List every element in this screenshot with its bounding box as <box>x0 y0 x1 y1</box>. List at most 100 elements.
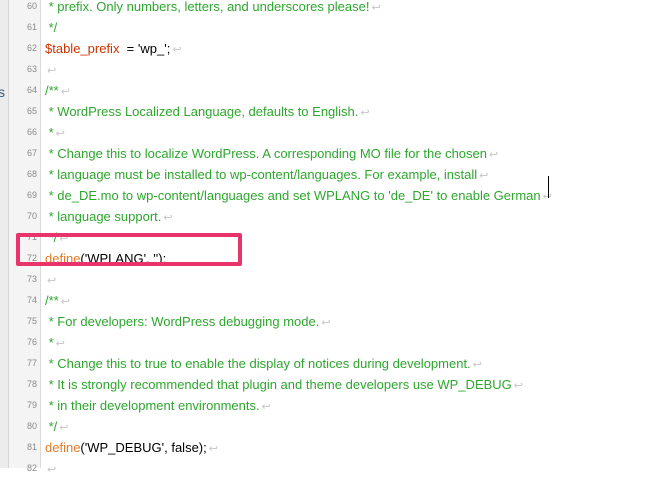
code-text: * WordPress Localized Language, defaults… <box>45 101 370 124</box>
code-line[interactable]: 60 * prefix. Only numbers, letters, and … <box>0 0 664 17</box>
code-text: ↩ <box>45 458 56 481</box>
code-line[interactable]: 62 $table_prefix = 'wp_'; ↩ <box>0 38 664 59</box>
code-text: ↩ <box>45 269 56 292</box>
code-line[interactable]: 69 * de_DE.mo to wp-content/languages an… <box>0 185 664 206</box>
code-text: * de_DE.mo to wp-content/languages and s… <box>45 185 552 208</box>
line-number: 63 <box>26 64 37 74</box>
code-token-comment: * language support. <box>45 209 162 224</box>
line-end-marker-icon: ↩ <box>163 212 173 224</box>
code-text: * Change this to true to enable the disp… <box>45 353 482 376</box>
line-number: 69 <box>26 190 37 200</box>
line-end-marker-icon: ↩ <box>47 65 57 77</box>
code-token-comment: * in their development environments. <box>45 398 260 413</box>
line-end-marker-icon: ↩ <box>489 149 499 161</box>
code-token-plain: = 'wp_'; <box>119 41 171 56</box>
code-text: * in their development environments. ↩ <box>45 395 271 418</box>
line-end-marker-icon: ↩ <box>371 2 381 14</box>
line-number: 75 <box>26 316 37 326</box>
code-line[interactable]: 76 * ↩ <box>0 332 664 353</box>
line-end-marker-icon: ↩ <box>321 317 331 329</box>
code-text: /** ↩ <box>45 80 70 103</box>
code-token-comment: * <box>45 335 54 350</box>
code-text: /** ↩ <box>45 290 70 313</box>
line-number: 61 <box>26 22 37 32</box>
code-line[interactable]: 79 * in their development environments. ↩ <box>0 395 664 416</box>
line-number: 74 <box>26 295 37 305</box>
code-text: $table_prefix = 'wp_'; ↩ <box>45 38 182 61</box>
code-token-comment: * language must be installed to wp-conte… <box>45 167 478 182</box>
line-number: 60 <box>26 1 37 11</box>
line-number: 76 <box>26 337 37 347</box>
line-number: 64 <box>26 85 37 95</box>
code-line[interactable]: 67 * Change this to localize WordPress. … <box>0 143 664 164</box>
code-token-comment: /** <box>45 293 59 308</box>
code-line[interactable]: 73 ↩ <box>0 269 664 290</box>
code-line[interactable]: 75 * For developers: WordPress debugging… <box>0 311 664 332</box>
code-text: define('WP_DEBUG', false); ↩ <box>45 437 218 460</box>
line-number: 67 <box>26 148 37 158</box>
line-end-marker-icon: ↩ <box>55 128 65 140</box>
code-text: */↩ <box>45 416 69 439</box>
code-token-comment: * prefix. Only numbers, letters, and und… <box>45 0 370 14</box>
code-text: * It is strongly recommended that plugin… <box>45 374 523 397</box>
line-number: 78 <box>26 379 37 389</box>
code-line[interactable]: 68 * language must be installed to wp-co… <box>0 164 664 185</box>
line-number: 73 <box>26 274 37 284</box>
code-token-comment: */ <box>45 419 58 434</box>
line-number: 65 <box>26 106 37 116</box>
line-number: 82 <box>26 463 37 473</box>
code-token-comment: * For developers: WordPress debugging mo… <box>45 314 320 329</box>
line-end-marker-icon: ↩ <box>360 107 370 119</box>
line-end-marker-icon: ↩ <box>60 86 70 98</box>
line-end-marker-icon: ↩ <box>208 443 218 455</box>
code-token-comment: * de_DE.mo to wp-content/languages and s… <box>45 188 541 203</box>
line-number: 62 <box>26 43 37 53</box>
code-text: * For developers: WordPress debugging mo… <box>45 311 331 334</box>
code-token-fn: define <box>45 440 81 455</box>
line-end-marker-icon: ↩ <box>172 44 182 56</box>
code-line[interactable]: 70 * language support. ↩ <box>0 206 664 227</box>
line-number: 77 <box>26 358 37 368</box>
code-line[interactable]: 66 * ↩ <box>0 122 664 143</box>
line-number: 80 <box>26 421 37 431</box>
code-line[interactable]: 61 */ <box>0 17 664 38</box>
code-text: */ <box>45 17 58 38</box>
line-end-marker-icon: ↩ <box>513 380 524 392</box>
line-end-marker-icon: ↩ <box>55 338 65 350</box>
code-text: * language support. ↩ <box>45 206 173 229</box>
code-line[interactable]: 64 /** ↩ <box>0 80 664 101</box>
line-number: 66 <box>26 127 37 137</box>
code-text: * ↩ <box>45 332 65 355</box>
code-text: * Change this to localize WordPress. A c… <box>45 143 499 166</box>
code-token-comment: * Change this to localize WordPress. A c… <box>45 146 487 161</box>
line-number: 70 <box>26 211 37 221</box>
code-token-comment: */ <box>45 20 58 35</box>
line-end-marker-icon: ↩ <box>479 170 489 182</box>
line-end-marker-icon: ↩ <box>472 359 482 371</box>
line-end-marker-icon: ↩ <box>47 275 57 287</box>
code-token-comment: * It is strongly recommended that plugin… <box>45 377 512 392</box>
code-line[interactable]: 80 */↩ <box>0 416 664 437</box>
code-line[interactable]: 65 * WordPress Localized Language, defau… <box>0 101 664 122</box>
line-number: 68 <box>26 169 37 179</box>
code-token-comment: * WordPress Localized Language, defaults… <box>45 104 359 119</box>
line-end-marker-icon: ↩ <box>60 296 70 308</box>
code-line[interactable]: 74 /** ↩ <box>0 290 664 311</box>
code-text: * ↩ <box>45 122 65 145</box>
code-line[interactable]: 77 * Change this to true to enable the d… <box>0 353 664 374</box>
line-number: 79 <box>26 400 37 410</box>
line-number: 81 <box>26 442 37 452</box>
line-end-marker-icon: ↩ <box>59 422 69 434</box>
code-text: * language must be installed to wp-conte… <box>45 164 489 187</box>
code-token-var: $table_prefix <box>45 41 120 56</box>
code-token-comment: /** <box>45 83 59 98</box>
code-token-comment: * Change this to true to enable the disp… <box>45 356 471 371</box>
code-line[interactable]: 63 ↩ <box>0 59 664 80</box>
code-line[interactable]: 82 ↩ <box>0 458 664 479</box>
code-token-plain: ('WP_DEBUG', false); <box>80 440 207 455</box>
code-text: ↩ <box>45 59 56 82</box>
code-token-comment: * <box>45 125 54 140</box>
code-line[interactable]: 78 * It is strongly recommended that plu… <box>0 374 664 395</box>
annotation-highlight-box <box>16 233 242 266</box>
code-line[interactable]: 81 define('WP_DEBUG', false); ↩ <box>0 437 664 458</box>
